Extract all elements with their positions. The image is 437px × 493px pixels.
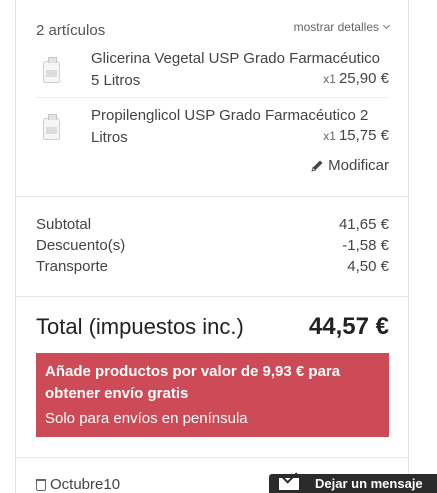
item-quantity: x1 (323, 72, 336, 86)
chevron-down-icon (382, 21, 391, 30)
show-details-toggle[interactable]: mostrar detalles (293, 20, 391, 34)
item-price: 25,90 € (338, 70, 389, 87)
item-quantity: x1 (323, 129, 336, 143)
trash-icon[interactable] (36, 478, 46, 491)
divider (16, 296, 408, 297)
item-price-block: x1 15,75 € (323, 127, 389, 144)
modify-cart-link[interactable]: Modificar (310, 157, 389, 174)
product-jug-icon (36, 113, 68, 145)
item-price: 15,75 € (338, 127, 389, 144)
show-details-label: mostrar detalles (293, 20, 379, 34)
pencil-icon (311, 160, 323, 172)
cart-item: Glicerina Vegetal USP Grado Farmacéutico… (36, 48, 389, 98)
cart-item: Propilenglicol USP Grado Farmacéutico 2 … (36, 105, 389, 155)
shipping-value: 4,50 € (347, 258, 389, 275)
item-count: 2 artículos (36, 22, 106, 39)
free-shipping-message: Añade productos por valor de 9,93 € para… (45, 363, 341, 402)
product-jug-icon (36, 56, 68, 88)
divider (16, 457, 408, 458)
leave-message-label: Dejar un mensaje (315, 476, 423, 491)
free-shipping-alert: Añade productos por valor de 9,93 € para… (36, 353, 389, 437)
discount-label: Descuento(s) (36, 237, 126, 254)
divider (16, 196, 408, 197)
subtotal-row: Subtotal 41,65 € (36, 216, 389, 233)
shipping-region-note: Solo para envíos en península (45, 410, 248, 427)
discount-row: Descuento(s) -1,58 € (36, 237, 389, 254)
modify-label: Modificar (328, 157, 389, 174)
item-price-block: x1 25,90 € (323, 70, 389, 87)
total-value: 44,57 € (308, 313, 389, 340)
applied-voucher[interactable]: Octubre10 (36, 476, 120, 493)
subtotal-value: 41,65 € (338, 216, 389, 233)
cart-items-header: 2 artículos mostrar detalles (36, 20, 391, 42)
discount-value: -1,58 € (342, 237, 389, 254)
leave-message-button[interactable]: Dejar un mensaje (269, 474, 437, 493)
total-label: Total (impuestos inc.) (36, 314, 244, 339)
shipping-label: Transporte (36, 258, 108, 275)
voucher-code: Octubre10 (50, 476, 121, 493)
subtotal-label: Subtotal (36, 216, 92, 233)
total-row: Total (impuestos inc.) 44,57 € (36, 313, 389, 341)
cart-summary-card: 2 artículos mostrar detalles Glicerina V… (15, 0, 409, 493)
shipping-row: Transporte 4,50 € (36, 258, 389, 275)
envelope-icon (279, 477, 299, 490)
